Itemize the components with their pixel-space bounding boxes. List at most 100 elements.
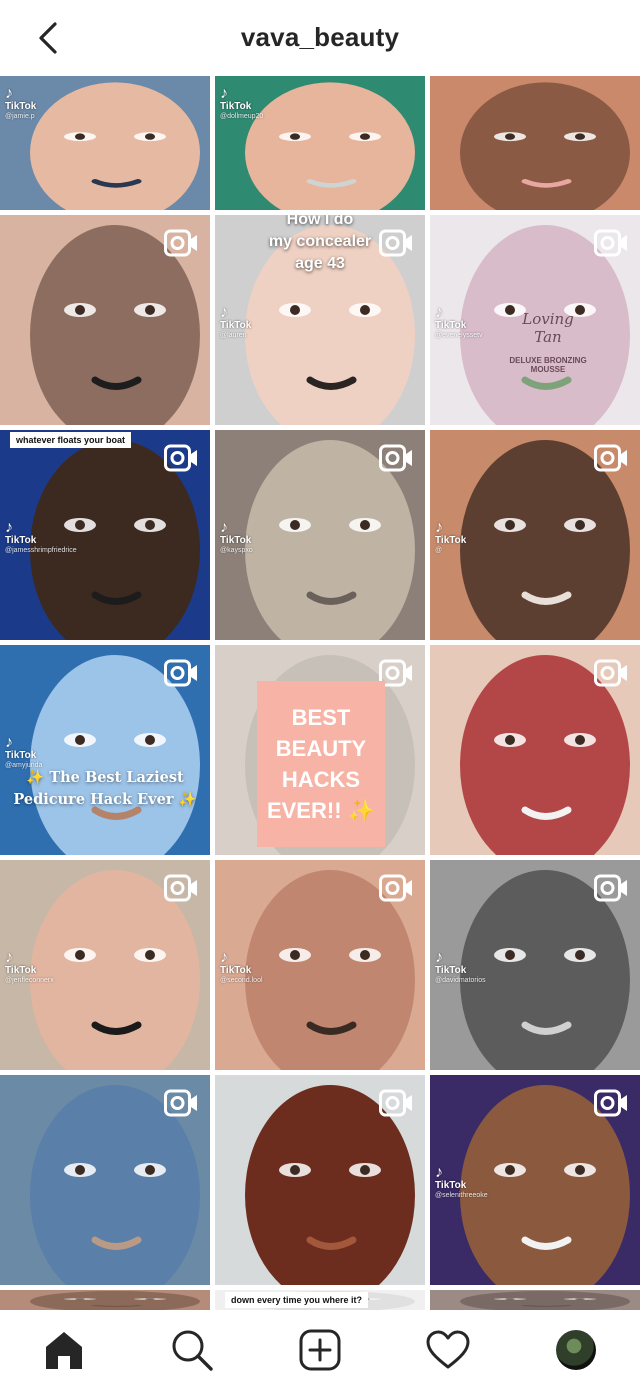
tiktok-label: TikTok — [220, 101, 252, 112]
reel-icon — [164, 444, 198, 472]
tab-home[interactable] — [40, 1326, 88, 1374]
tiktok-label: TikTok — [435, 320, 467, 331]
tile-caption: down every time you where it? — [225, 1292, 369, 1308]
tiktok-logo-icon: ♪ — [5, 519, 13, 536]
tiktok-label: TikTok — [5, 965, 37, 976]
reel-icon — [164, 1089, 198, 1117]
tile-caption: How I do my concealer age 43 — [268, 215, 372, 272]
post-tile[interactable]: ♪ TikTok @ — [430, 430, 640, 640]
tiktok-watermark: ♪ TikTok @kayspxo — [220, 520, 253, 555]
post-tile[interactable] — [0, 215, 210, 425]
tiktok-logo-icon: ♪ — [435, 1164, 443, 1181]
tiktok-handle: @ — [435, 547, 443, 554]
tiktok-handle: @dollmeup20 — [220, 113, 264, 120]
post-tile[interactable] — [0, 1290, 210, 1310]
tiktok-watermark: ♪ TikTok @jamesshrimpfriedrice — [5, 520, 77, 555]
post-tile[interactable]: ♪ TikTok @selenithreeoke — [430, 1075, 640, 1285]
post-tile[interactable]: ♪ TikTok @jenfleconnerx — [0, 860, 210, 1070]
search-icon — [172, 1330, 213, 1371]
tiktok-handle: @jamesshrimpfriedrice — [5, 547, 77, 554]
tiktok-watermark: ♪ TikTok @davidmatorios — [435, 950, 486, 985]
reel-icon — [594, 444, 628, 472]
post-tile[interactable] — [215, 1075, 425, 1285]
tiktok-watermark: ♪ TikTok @ — [435, 520, 466, 555]
tiktok-logo-icon: ♪ — [5, 85, 13, 102]
post-tile[interactable]: ♪ TikTok @second.lool — [215, 860, 425, 1070]
back-button[interactable] — [30, 18, 66, 58]
tiktok-handle: @davidmatorios — [435, 977, 486, 984]
tiktok-handle: @selenithreeoke — [435, 1192, 488, 1199]
tile-caption: BEST BEAUTY HACKS EVER!! ✨ — [257, 681, 385, 847]
reel-icon — [594, 874, 628, 902]
post-tile[interactable] — [0, 1075, 210, 1285]
post-tile[interactable]: down every time you where it? — [215, 1290, 425, 1310]
tiktok-watermark: ♪ TikTok @lauren — [220, 305, 251, 340]
tiktok-watermark: ♪ TikTok @selenithreeoke — [435, 1165, 488, 1200]
reel-icon — [164, 874, 198, 902]
tab-search[interactable] — [168, 1326, 216, 1374]
tiktok-label: TikTok — [220, 320, 252, 331]
tiktok-logo-icon: ♪ — [435, 304, 443, 321]
tiktok-watermark: ♪ TikTok @second.lool — [220, 950, 263, 985]
tiktok-label: TikTok — [220, 535, 252, 546]
reel-icon — [164, 229, 198, 257]
tab-new-post[interactable] — [296, 1326, 344, 1374]
tiktok-watermark: ♪ TikTok @jenfleconnerx — [5, 950, 54, 985]
tiktok-label: TikTok — [5, 535, 37, 546]
tiktok-logo-icon: ♪ — [220, 949, 228, 966]
tiktok-handle: @jenfleconnerx — [5, 977, 54, 984]
post-tile[interactable]: ♪ TikTok @lauren How I do my concealer age 43 — [215, 215, 425, 425]
page-title: vava_beauty — [240, 21, 400, 52]
post-tile[interactable]: ♪ TikTok @evenelyssetv Loving Tan DELUXE BRO… — [430, 215, 640, 425]
tiktok-logo-icon: ♪ — [220, 304, 228, 321]
profile-avatar — [556, 1330, 596, 1370]
tiktok-handle: @kayspxo — [220, 547, 253, 554]
post-tile[interactable]: ♪ TikTok @amyjunda ✨ The Best Laziest Pedicu… — [0, 645, 210, 855]
tile-caption: ✨ The Best Laziest Pedicure Hack Ever ✨ — [13, 769, 197, 808]
tiktok-watermark: ♪ TikTok @jamie.p — [5, 86, 36, 121]
tiktok-handle: @evenelyssetv — [435, 332, 483, 339]
reel-icon — [594, 229, 628, 257]
post-tile[interactable] — [430, 76, 640, 210]
tiktok-logo-icon: ♪ — [5, 949, 13, 966]
tiktok-logo-icon: ♪ — [220, 519, 228, 536]
reel-icon — [594, 1089, 628, 1117]
tiktok-watermark: ♪ TikTok @amyjunda — [5, 735, 42, 770]
tab-activity[interactable] — [424, 1326, 472, 1374]
tiktok-logo-icon: ♪ — [435, 519, 443, 536]
bottom-tab-bar — [0, 1310, 640, 1386]
reel-icon — [164, 659, 198, 687]
tiktok-watermark: ♪ TikTok @dollmeup20 — [220, 86, 263, 121]
post-tile[interactable]: ♪ TikTok @jamie.p — [0, 76, 210, 210]
tiktok-label: TikTok — [5, 750, 37, 761]
tiktok-label: TikTok — [5, 101, 37, 112]
tiktok-handle: @jamie.p — [5, 113, 35, 120]
reel-icon — [379, 444, 413, 472]
reel-icon — [379, 1089, 413, 1117]
heart-icon — [426, 1330, 470, 1369]
product-label: Loving Tan DELUXE BRONZING MOUSSE — [509, 310, 587, 374]
tab-profile[interactable] — [552, 1326, 600, 1374]
post-tile[interactable]: ♪ TikTok @davidmatorios — [430, 860, 640, 1070]
tiktok-logo-icon: ♪ — [5, 734, 13, 751]
post-tile[interactable] — [430, 645, 640, 855]
post-grid: ♪ TikTok @jamie.p ♪ TikTok @dollmeup20 ♪ TikTok… — [0, 76, 640, 1310]
tiktok-watermark: ♪ TikTok @evenelyssetv — [435, 305, 483, 340]
tiktok-label: TikTok — [435, 535, 467, 546]
tiktok-handle: @lauren — [220, 332, 247, 339]
post-tile[interactable]: ♪ TikTok @jamesshrimpfriedrice whatever flo… — [0, 430, 210, 640]
post-tile[interactable]: ♪ TikTok @dollmeup20 — [215, 76, 425, 210]
tiktok-logo-icon: ♪ — [435, 949, 443, 966]
tiktok-logo-icon: ♪ — [220, 85, 228, 102]
tiktok-label: TikTok — [435, 965, 467, 976]
tiktok-handle: @second.lool — [220, 977, 263, 984]
post-tile[interactable] — [430, 1290, 640, 1310]
post-tile[interactable]: BEST BEAUTY HACKS EVER!! ✨ — [215, 645, 425, 855]
chevron-left-icon — [39, 22, 57, 54]
tiktok-label: TikTok — [220, 965, 252, 976]
reel-icon — [594, 659, 628, 687]
reel-icon — [379, 874, 413, 902]
home-icon — [46, 1332, 82, 1369]
tile-caption: whatever floats your boat — [10, 432, 132, 448]
post-tile[interactable]: ♪ TikTok @kayspxo — [215, 430, 425, 640]
